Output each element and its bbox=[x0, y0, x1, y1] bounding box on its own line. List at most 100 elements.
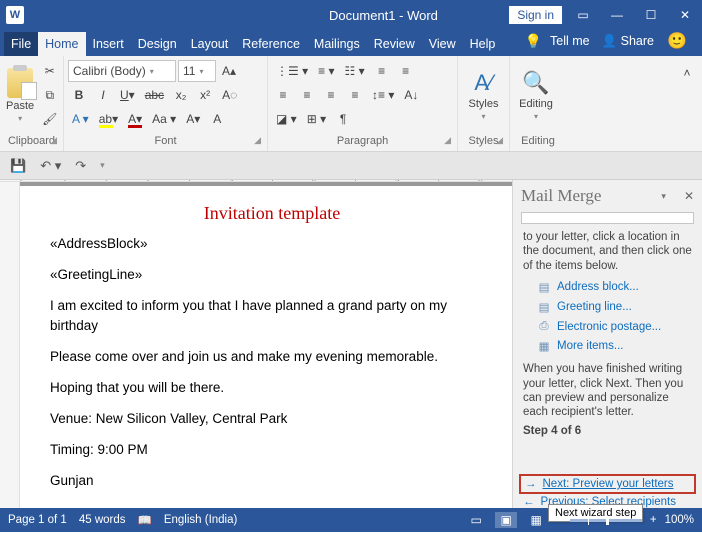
increase-indent-button[interactable]: ≡ bbox=[395, 60, 417, 82]
redo-button[interactable]: ↷ bbox=[71, 156, 90, 176]
multilevel-list-button[interactable]: ☷ ▾ bbox=[340, 60, 368, 82]
highlight-button[interactable]: ab ▾ bbox=[95, 108, 122, 130]
borders-button[interactable]: ⊞ ▾ bbox=[303, 108, 330, 130]
paragraph-dialog-launcher[interactable]: ◢ bbox=[444, 135, 451, 146]
tab-mailings[interactable]: Mailings bbox=[307, 32, 367, 56]
show-hide-button[interactable]: ¶ bbox=[332, 108, 354, 130]
arrow-right-icon: → bbox=[525, 478, 537, 490]
align-right-button[interactable]: ≡ bbox=[320, 84, 342, 106]
next-wizard-step-link[interactable]: → Next: Preview your letters bbox=[519, 474, 696, 494]
tell-me-button[interactable]: Tell me bbox=[546, 29, 594, 53]
editing-group-label: Editing bbox=[514, 133, 562, 149]
read-mode-button[interactable]: ▭ bbox=[465, 512, 487, 528]
vertical-ruler[interactable] bbox=[0, 182, 20, 508]
zoom-in-button[interactable]: + bbox=[650, 514, 657, 526]
address-block-field: «AddressBlock» bbox=[50, 234, 494, 255]
spellcheck-icon[interactable]: 📖 bbox=[138, 513, 152, 527]
tab-file[interactable]: File bbox=[4, 32, 38, 56]
save-button[interactable]: 💾 bbox=[6, 156, 30, 176]
document-area: L1·2·3·4·5·6·7·8·9·10·11 Invitation temp… bbox=[0, 180, 702, 508]
share-button[interactable]: 👤 Share bbox=[598, 29, 658, 54]
decrease-indent-button[interactable]: ≡ bbox=[371, 60, 393, 82]
qat-customize-button[interactable]: ▾ bbox=[96, 158, 109, 173]
change-case-button[interactable]: Aa ▾ bbox=[148, 108, 180, 130]
document-view: L1·2·3·4·5·6·7·8·9·10·11 Invitation temp… bbox=[0, 180, 512, 508]
align-center-button[interactable]: ≡ bbox=[296, 84, 318, 106]
language-indicator[interactable]: English (India) bbox=[164, 514, 238, 526]
format-painter-button[interactable]: 🖌 bbox=[38, 108, 61, 130]
address-block-icon: ▤ bbox=[537, 280, 551, 294]
bullets-button[interactable]: ⋮☰ ▾ bbox=[272, 60, 312, 82]
document-title: Document1 - Word bbox=[258, 8, 510, 23]
pane-menu-button[interactable]: ▾ bbox=[661, 191, 666, 202]
bold-button[interactable]: B bbox=[68, 84, 90, 106]
print-layout-button[interactable]: ▣ bbox=[495, 512, 517, 528]
web-layout-button[interactable]: ▦ bbox=[525, 512, 547, 528]
document-page[interactable]: Invitation template «AddressBlock» «Gree… bbox=[20, 186, 512, 508]
tab-design[interactable]: Design bbox=[131, 32, 184, 56]
doc-venue: Venue: New Silicon Valley, Central Park bbox=[50, 409, 494, 430]
italic-button[interactable]: I bbox=[92, 84, 114, 106]
styles-dialog-launcher[interactable]: ◢ bbox=[496, 135, 503, 146]
tab-help[interactable]: Help bbox=[463, 32, 503, 56]
paragraph-group-label: Paragraph◢ bbox=[272, 133, 453, 149]
undo-button[interactable]: ↶ ▾ bbox=[36, 156, 65, 176]
find-icon: 🔍 bbox=[522, 70, 549, 96]
greeting-line-icon: ▤ bbox=[537, 300, 551, 314]
tab-review[interactable]: Review bbox=[367, 32, 422, 56]
greeting-line-link[interactable]: ▤Greeting line... bbox=[523, 297, 692, 317]
strikethrough-button[interactable]: abc bbox=[141, 84, 168, 106]
more-items-link[interactable]: ▦More items... bbox=[523, 336, 692, 356]
sort-button[interactable]: A↓ bbox=[400, 84, 422, 106]
sign-in-button[interactable]: Sign in bbox=[509, 6, 562, 24]
shrink-font-button[interactable]: A▾ bbox=[182, 108, 204, 130]
tab-references[interactable]: Reference bbox=[235, 32, 307, 56]
text-effects-button[interactable]: A ▾ bbox=[68, 108, 93, 130]
grow-font-button[interactable]: A▴ bbox=[218, 60, 240, 82]
shading-button[interactable]: ◪ ▾ bbox=[272, 108, 301, 130]
ribbon-tabs: File Home Insert Design Layout Reference… bbox=[0, 30, 702, 56]
pane-body: to your letter, click a location in the … bbox=[513, 228, 702, 474]
font-color-button[interactable]: A ▾ bbox=[124, 108, 146, 130]
greeting-line-field: «GreetingLine» bbox=[50, 265, 494, 286]
superscript-button[interactable]: x² bbox=[194, 84, 216, 106]
tab-view[interactable]: View bbox=[422, 32, 463, 56]
arrow-left-icon: ← bbox=[523, 496, 535, 508]
styles-label: Styles bbox=[469, 98, 499, 110]
zoom-level[interactable]: 100% bbox=[665, 514, 694, 526]
cut-button[interactable]: ✂ bbox=[38, 60, 61, 82]
electronic-postage-link[interactable]: ⎙Electronic postage... bbox=[523, 317, 692, 336]
line-spacing-button[interactable]: ↕≡ ▾ bbox=[368, 84, 398, 106]
numbering-button[interactable]: ≡ ▾ bbox=[314, 60, 338, 82]
doc-paragraph-3: Hoping that you will be there. bbox=[50, 378, 494, 399]
address-block-link[interactable]: ▤Address block... bbox=[523, 277, 692, 297]
paste-button[interactable]: Paste ▾ bbox=[4, 60, 36, 131]
tab-insert[interactable]: Insert bbox=[86, 32, 131, 56]
copy-button[interactable]: ⧉ bbox=[38, 84, 61, 106]
character-shading-button[interactable]: A bbox=[206, 108, 228, 130]
zoom-slider[interactable] bbox=[570, 519, 642, 522]
tab-home[interactable]: Home bbox=[38, 32, 85, 56]
clear-formatting-button[interactable]: A◌ bbox=[218, 84, 241, 106]
doc-heading: Invitation template bbox=[50, 200, 494, 228]
ribbon: Paste ▾ ✂ ⧉ 🖌 Clipboard◢ Calibri (Body)▾… bbox=[0, 56, 702, 152]
subscript-button[interactable]: x₂ bbox=[170, 84, 192, 106]
pane-title: Mail Merge bbox=[521, 186, 657, 206]
justify-button[interactable]: ≡ bbox=[344, 84, 366, 106]
align-left-button[interactable]: ≡ bbox=[272, 84, 294, 106]
underline-button[interactable]: U ▾ bbox=[116, 84, 139, 106]
editing-button[interactable]: 🔍 Editing ▾ bbox=[514, 60, 558, 131]
word-count[interactable]: 45 words bbox=[79, 514, 126, 526]
page-indicator[interactable]: Page 1 of 1 bbox=[8, 514, 67, 526]
font-dialog-launcher[interactable]: ◢ bbox=[254, 135, 261, 146]
font-size-combo[interactable]: 11▾ bbox=[178, 60, 216, 82]
feedback-smiley-icon[interactable]: 🙂 bbox=[662, 26, 692, 56]
pane-close-button[interactable]: ✕ bbox=[684, 189, 694, 203]
tab-layout[interactable]: Layout bbox=[184, 32, 236, 56]
mail-merge-pane: Mail Merge ▾ ✕ to your letter, click a l… bbox=[512, 180, 702, 508]
font-name-combo[interactable]: Calibri (Body)▾ bbox=[68, 60, 176, 82]
collapse-ribbon-button[interactable]: ˄ bbox=[676, 62, 698, 84]
styles-button[interactable]: A⁄ Styles ▾ bbox=[462, 60, 505, 131]
clipboard-dialog-launcher[interactable]: ◢ bbox=[50, 135, 57, 146]
paste-icon bbox=[7, 68, 33, 98]
